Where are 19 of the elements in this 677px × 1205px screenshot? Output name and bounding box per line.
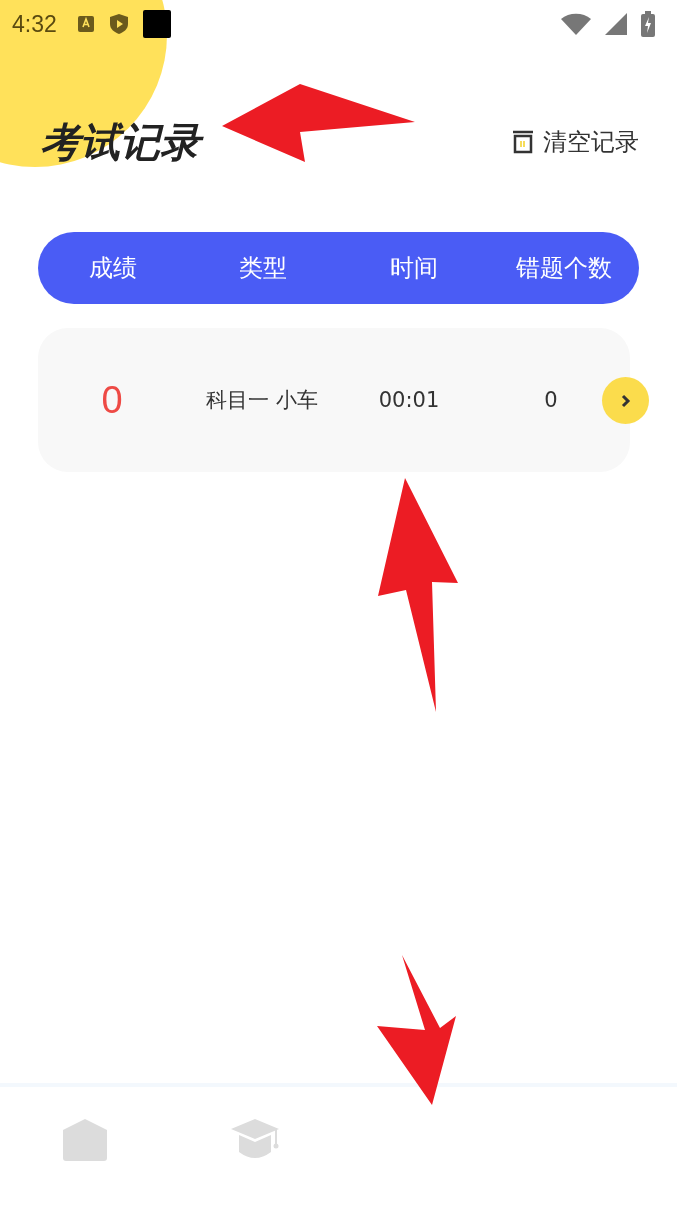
table-cell-text: 00:01	[377, 388, 441, 412]
column-header: 成绩	[88, 253, 139, 284]
clock-time: 4:32	[12, 10, 57, 38]
clear-records-button[interactable]: 清空记录	[511, 126, 639, 158]
trash-icon	[511, 129, 535, 155]
column-header: 类型	[238, 253, 289, 284]
table-cell-text: 0	[543, 388, 559, 412]
battery-icon	[641, 11, 655, 37]
column-header: 时间	[388, 253, 439, 284]
column-header: 错题个数	[514, 253, 613, 284]
table-cell-text: 科目一 小车	[205, 387, 319, 414]
detail-button[interactable]	[602, 377, 649, 424]
house-icon	[62, 1118, 108, 1162]
shield-play-icon	[108, 13, 129, 35]
square-icon	[142, 10, 171, 38]
chevron-right-icon	[620, 393, 631, 408]
signal-icon	[605, 13, 627, 35]
score-value: 0	[100, 378, 124, 422]
wifi-icon	[561, 13, 591, 35]
